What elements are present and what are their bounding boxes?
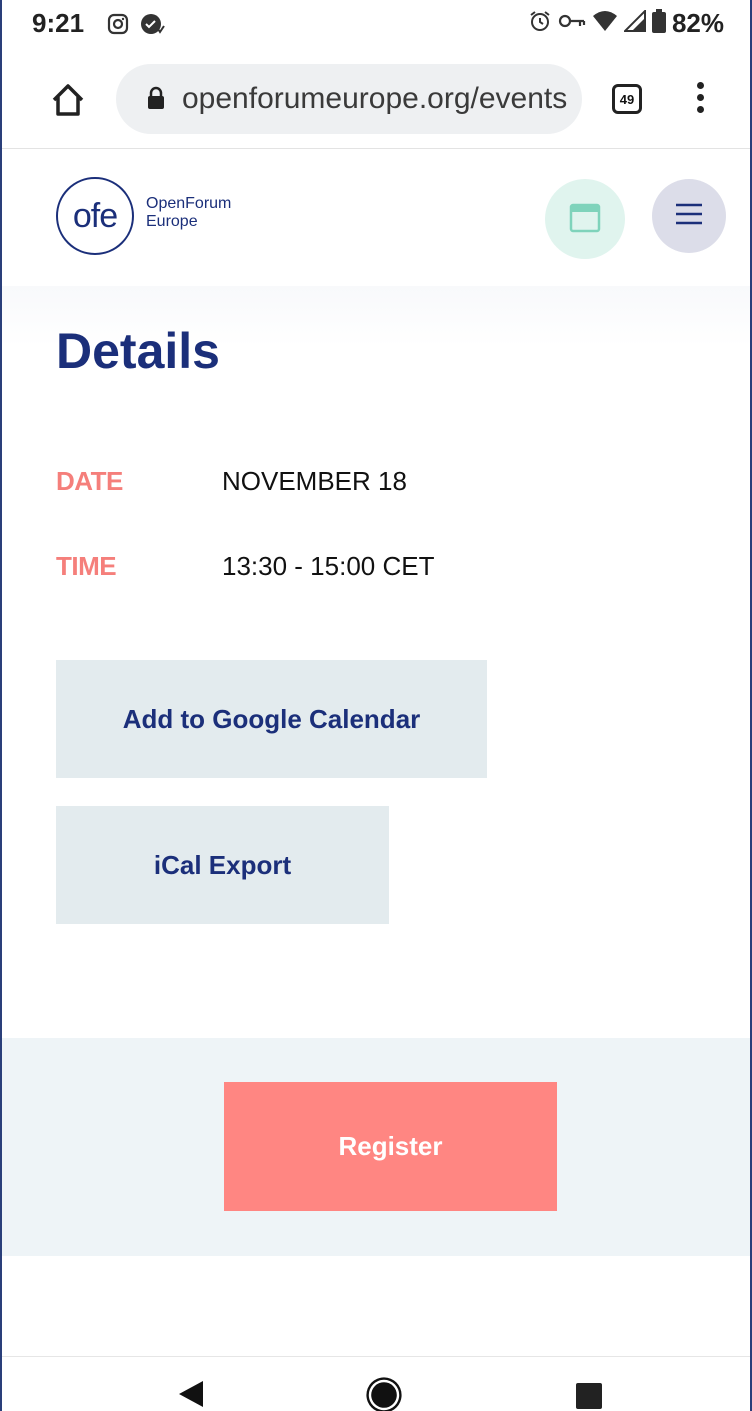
system-nav-bar (2, 1356, 750, 1411)
time-value: 13:30 - 15:00 CET (222, 551, 435, 581)
battery-icon (651, 9, 666, 38)
alarm-icon (528, 9, 552, 38)
page-title: Details (56, 323, 220, 379)
logo-wordmark[interactable]: OpenForum Europe (146, 195, 231, 231)
tab-count: 49 (619, 91, 635, 107)
vpn-check-icon (140, 12, 166, 41)
key-icon (558, 11, 586, 36)
phone-frame: 9:21 82% openforumeurope.org/events 49 o… (0, 0, 752, 1411)
browser-toolbar: openforumeurope.org/events 49 (2, 52, 750, 149)
site-header: ofe OpenForum Europe (2, 149, 750, 286)
calendar-button[interactable] (545, 179, 625, 259)
signal-icon (622, 8, 646, 37)
back-icon[interactable] (177, 1379, 205, 1411)
time-row: TIME 13:30 - 15:00 CET (56, 551, 434, 582)
calendar-icon (568, 200, 602, 239)
menu-button[interactable] (652, 179, 726, 253)
status-time: 9:21 (32, 8, 85, 38)
home-nav-icon[interactable] (371, 1382, 397, 1408)
address-bar[interactable]: openforumeurope.org/events (116, 64, 582, 134)
wifi-icon (592, 10, 618, 37)
logo-mark-text: ofe (72, 196, 118, 235)
url-text: openforumeurope.org/events (182, 82, 568, 115)
recent-apps-icon[interactable] (576, 1383, 602, 1409)
status-bar: 9:21 82% (2, 0, 750, 52)
instagram-icon (106, 12, 130, 41)
hamburger-icon (674, 202, 704, 231)
home-icon[interactable] (48, 80, 88, 120)
status-right: 82% (528, 8, 724, 39)
ical-export-button[interactable]: iCal Export (56, 806, 389, 924)
date-value: NOVEMBER 18 (222, 466, 407, 496)
add-to-google-calendar-button[interactable]: Add to Google Calendar (56, 660, 487, 778)
logo-line-1: OpenForum (146, 195, 232, 212)
date-label: DATE (56, 466, 123, 496)
time-label: TIME (56, 551, 117, 581)
date-row: DATE NOVEMBER 18 (56, 466, 407, 497)
tab-switcher-button[interactable]: 49 (612, 84, 642, 114)
logo-mark[interactable]: ofe (56, 177, 134, 255)
lock-icon (146, 86, 166, 115)
battery-percent: 82% (671, 8, 724, 38)
logo-line-2: Europe (146, 213, 198, 230)
register-button[interactable]: Register (224, 1082, 557, 1211)
overflow-menu-icon[interactable] (695, 82, 705, 118)
